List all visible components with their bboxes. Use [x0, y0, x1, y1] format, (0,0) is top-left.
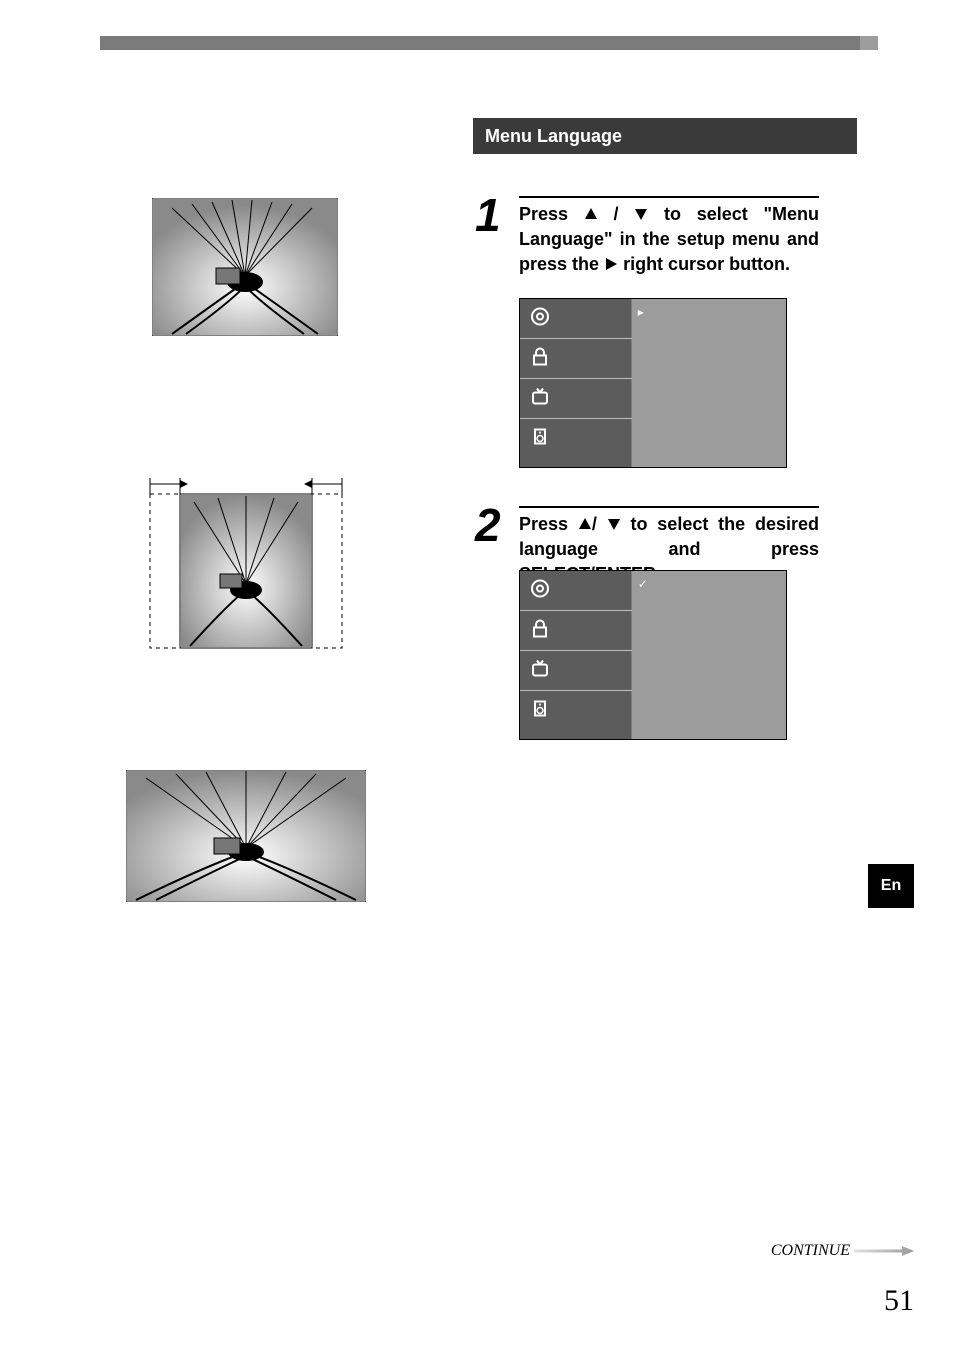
tv-icon	[530, 386, 550, 411]
speaker-icon	[530, 699, 550, 724]
tv-icon	[530, 658, 550, 683]
arrow-slash: /	[598, 204, 619, 224]
setup-menu-preview-1: ▸	[519, 298, 787, 468]
down-arrow-icon	[607, 513, 621, 537]
crop-illustration-icon	[138, 474, 354, 650]
up-arrow-icon	[578, 513, 592, 537]
step-1-text: Press / to select "Menu Language" in the…	[519, 202, 819, 277]
section-header-text: Menu Language	[485, 126, 622, 146]
speaker-icon	[530, 427, 550, 452]
illustration-wide-aspect	[126, 770, 366, 902]
menu-row-speaker	[520, 419, 632, 459]
menu-left-column	[520, 299, 632, 467]
step-2-rule	[519, 506, 819, 508]
language-tab-label: En	[881, 877, 901, 895]
menu-row-lock-2	[520, 611, 632, 651]
menu-row-disc	[520, 299, 632, 339]
lock-icon	[530, 346, 550, 371]
disc-icon	[530, 578, 550, 603]
menu-cursor-right-icon: ▸	[638, 305, 644, 319]
step-2-text-a: Press	[519, 514, 578, 534]
menu-row-tv-2	[520, 651, 632, 691]
language-tab-en: En	[868, 864, 914, 908]
arrow-slash-2: /	[592, 514, 597, 534]
sunburst-image-icon	[152, 198, 338, 336]
top-bar	[100, 36, 860, 50]
menu-check-icon: ✓	[638, 577, 648, 591]
menu-row-disc-2	[520, 571, 632, 611]
right-arrow-icon	[604, 253, 618, 277]
menu-row-speaker-2	[520, 691, 632, 731]
step-1-text-c: right cursor button.	[623, 254, 790, 274]
disc-icon	[530, 306, 550, 331]
step-1-rule	[519, 196, 819, 198]
wide-image-icon	[126, 770, 366, 902]
step-number-2: 2	[475, 498, 501, 552]
up-arrow-icon	[584, 203, 598, 227]
lock-icon	[530, 618, 550, 643]
illustration-crop-guides	[138, 474, 354, 650]
menu-right-column-2: ✓	[632, 571, 786, 739]
menu-right-column: ▸	[632, 299, 786, 467]
illustration-full-aspect	[152, 198, 338, 336]
step-number-1: 1	[475, 188, 501, 242]
menu-left-column-2	[520, 571, 632, 739]
section-header-menu-language: Menu Language	[473, 118, 857, 154]
down-arrow-icon	[634, 203, 648, 227]
step-1-text-a: Press	[519, 204, 584, 224]
setup-menu-preview-2: ✓	[519, 570, 787, 740]
continue-label: CONTINUE	[771, 1242, 850, 1260]
menu-row-tv	[520, 379, 632, 419]
continue-arrow-icon	[854, 1246, 914, 1256]
page-number: 51	[884, 1284, 914, 1318]
menu-row-lock	[520, 339, 632, 379]
